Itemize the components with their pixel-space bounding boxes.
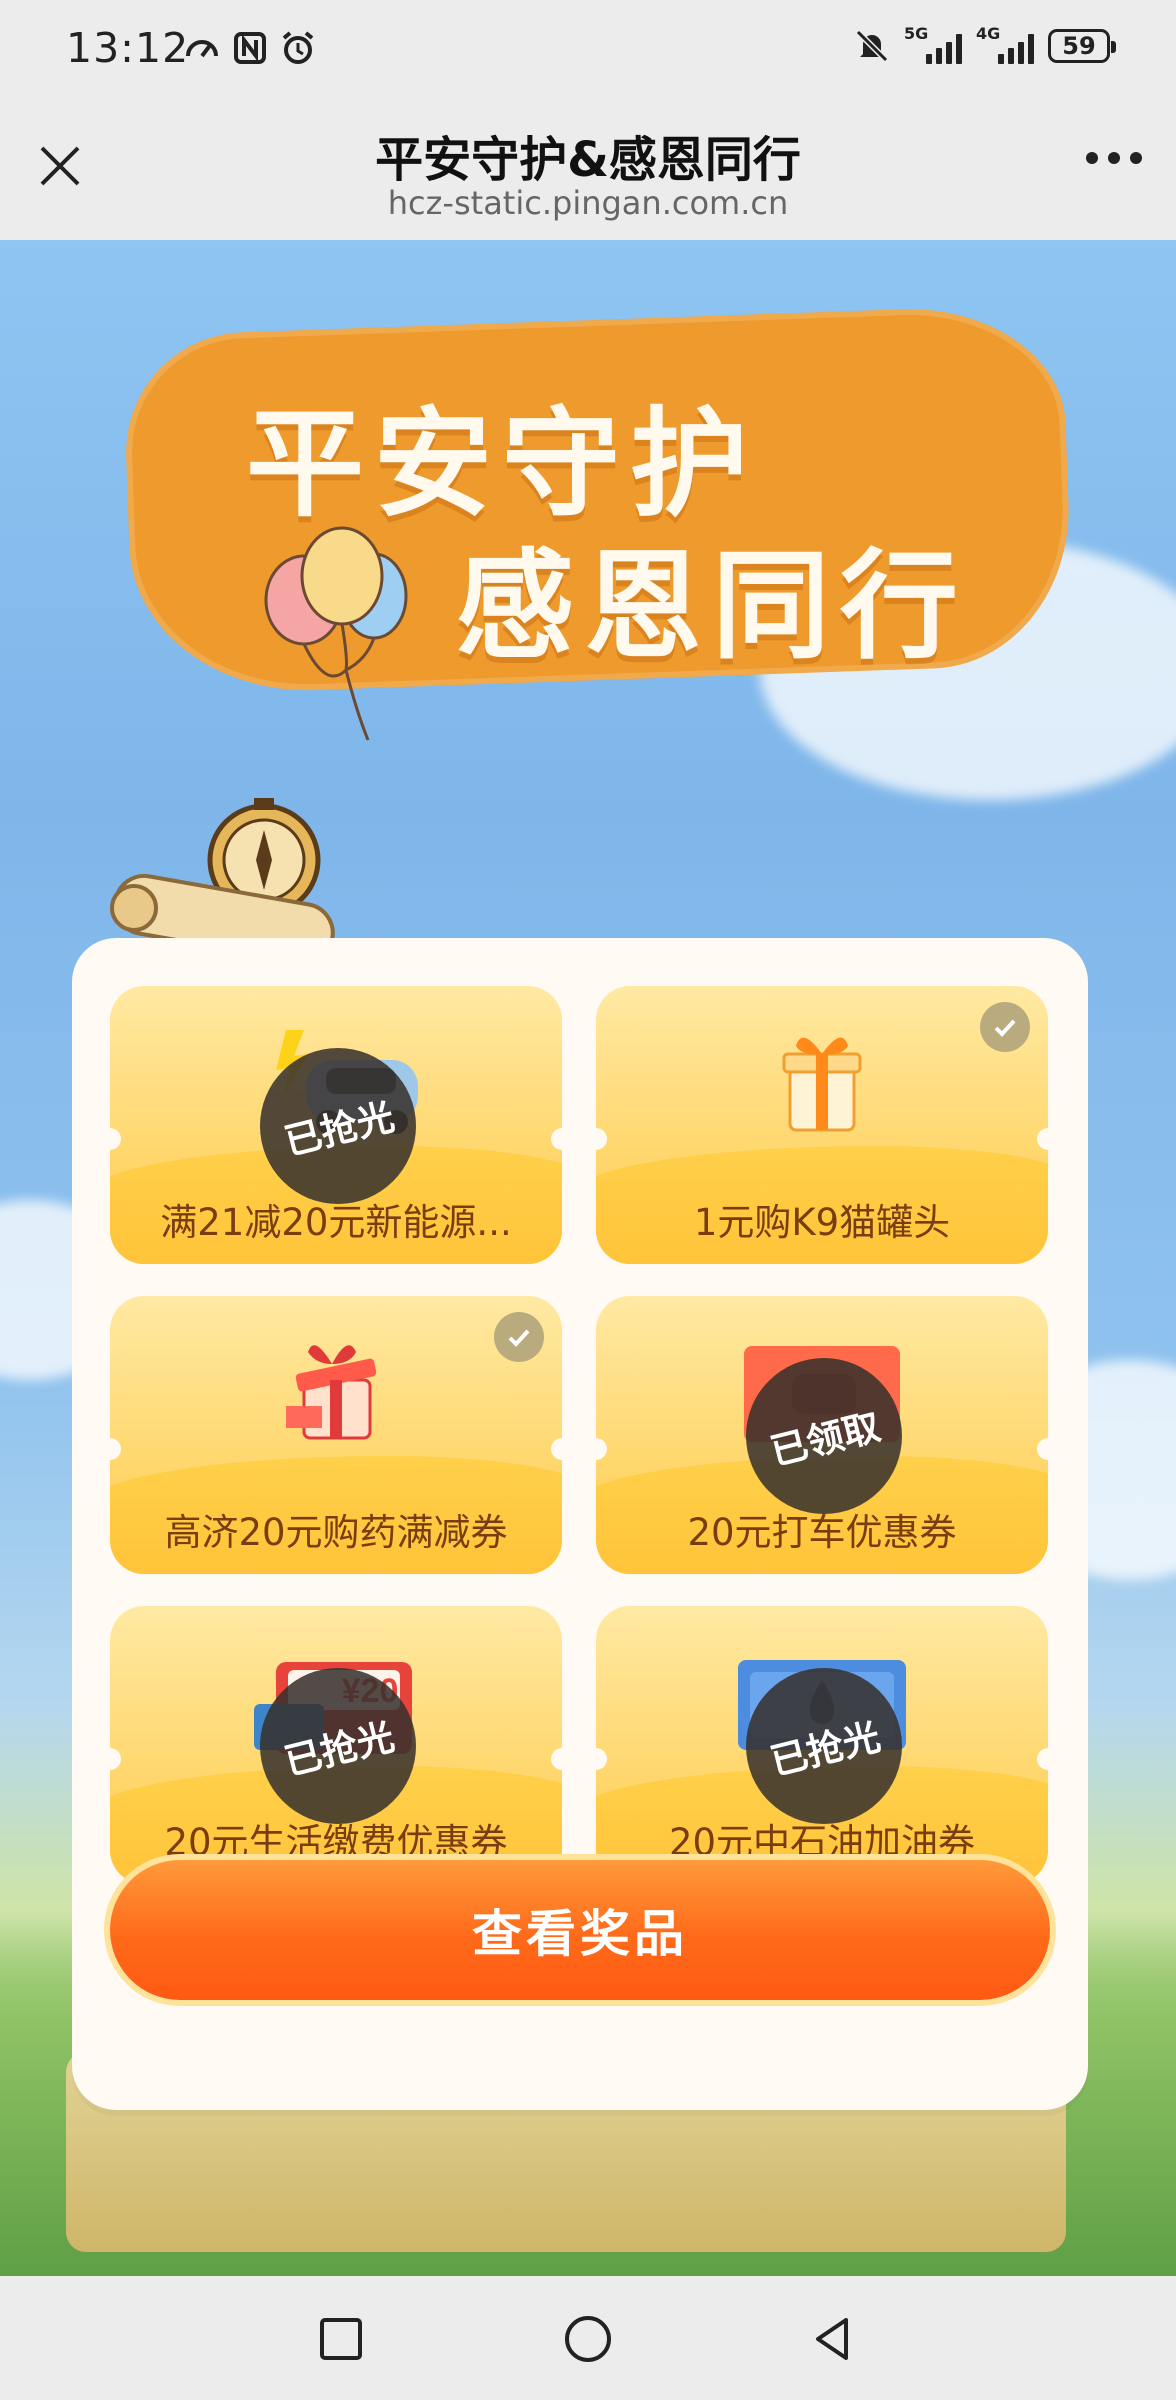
signal-4g-icon: 4G	[976, 24, 1034, 64]
nfc-icon	[234, 32, 266, 64]
prize-item[interactable]: 高济20元购药满减券	[110, 1296, 562, 1574]
prize-label: 20元中石油加油券	[668, 1821, 976, 1864]
mute-bell-icon	[855, 29, 889, 63]
navigation-bar	[0, 2276, 1176, 2400]
prize-item[interactable]: 已抢光 满21减20元新能源...	[110, 986, 562, 1264]
prize-label: 满21减20元新能源...	[160, 1201, 512, 1244]
prize-item[interactable]: 已领取 20元打车优惠券	[596, 1296, 1048, 1574]
banner-title-line2: 感恩同行	[456, 537, 969, 675]
view-prizes-button[interactable]: 查看奖品	[110, 1860, 1050, 2000]
status-icons-left	[184, 30, 316, 66]
sold-out-badge: 已抢光	[260, 1668, 416, 1824]
sold-out-badge: 已抢光	[260, 1048, 416, 1204]
prize-label: 20元打车优惠券	[687, 1511, 957, 1554]
network-type-label-2: 4G	[976, 24, 1001, 43]
more-options-icon[interactable]	[1086, 152, 1142, 164]
activity-page: 平安守护 感恩同行 已抢光 满21减20元新能源... 1元购K9猫罐头 高济2…	[0, 240, 1176, 2276]
prize-item[interactable]: ¥20 已抢光 20元生活缴费优惠券	[110, 1606, 562, 1884]
prize-item[interactable]: 已抢光 20元中石油加油券	[596, 1606, 1048, 1884]
prize-item[interactable]: 1元购K9猫罐头	[596, 986, 1048, 1264]
prize-label: 高济20元购药满减券	[164, 1511, 508, 1554]
sold-out-badge: 已抢光	[746, 1668, 902, 1824]
title-bar: 平安守护&感恩同行 hcz-static.pingan.com.cn	[0, 100, 1176, 240]
claimed-check-icon	[494, 1312, 544, 1362]
back-icon[interactable]	[808, 2314, 858, 2364]
battery-icon: 59	[1048, 29, 1116, 63]
status-bar: 13:12 5G 4G 59	[0, 0, 1176, 100]
signal-5g-icon: 5G	[904, 24, 962, 64]
alarm-icon	[282, 31, 314, 64]
home-icon[interactable]	[563, 2314, 613, 2364]
gift-box-icon	[782, 1037, 862, 1132]
balloons-icon	[264, 526, 408, 741]
claimed-badge: 已领取	[746, 1358, 902, 1514]
prize-label: 1元购K9猫罐头	[693, 1201, 951, 1244]
page-title: 平安守护&感恩同行	[375, 132, 801, 188]
network-type-label: 5G	[904, 24, 929, 43]
gift-box-red-icon	[286, 1345, 377, 1440]
prize-label: 20元生活缴费优惠券	[164, 1821, 508, 1864]
speed-gauge-icon	[186, 40, 218, 58]
recent-apps-icon[interactable]	[316, 2314, 366, 2364]
prize-card: 已抢光 满21减20元新能源... 1元购K9猫罐头 高济20元购药满减券 已领…	[72, 938, 1088, 2110]
page-url: hcz-static.pingan.com.cn	[387, 184, 789, 222]
status-icons-right: 5G 4G 59	[854, 24, 1116, 64]
claimed-check-icon	[980, 1002, 1030, 1052]
status-time: 13:12	[66, 24, 190, 72]
activity-banner: 平安守护 感恩同行	[122, 303, 1074, 741]
